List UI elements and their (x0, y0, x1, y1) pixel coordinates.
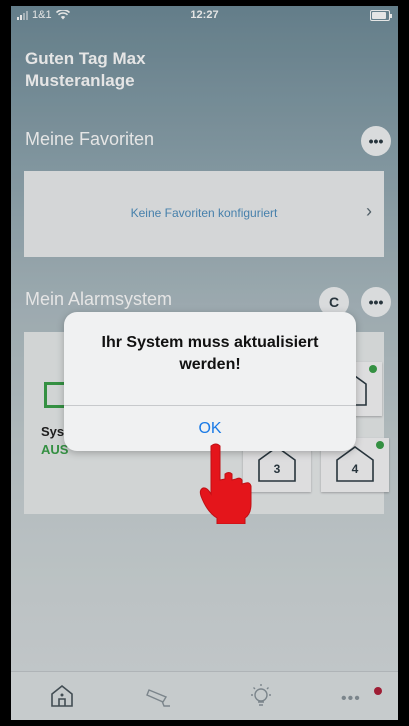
dialog-message: Ihr System muss aktualisiert werden! (101, 334, 319, 373)
app-screen: 1&1 12:27 Guten Tag Max Musteranlage Mei… (11, 6, 398, 720)
phone-frame: 1&1 12:27 Guten Tag Max Musteranlage Mei… (0, 0, 409, 726)
update-alert-dialog: Ihr System muss aktualisiert werden! OK (64, 312, 356, 451)
pointing-hand-icon (199, 443, 252, 524)
